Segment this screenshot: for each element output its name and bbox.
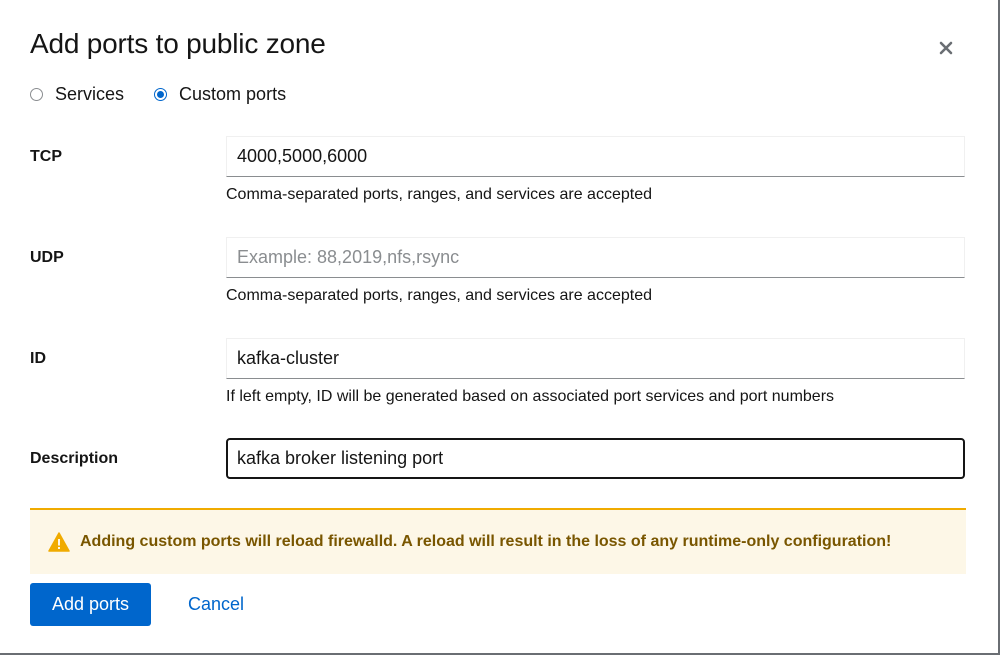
- radio-services[interactable]: Services: [30, 84, 124, 105]
- warning-icon: [48, 532, 70, 552]
- id-helper: If left empty, ID will be generated base…: [226, 388, 835, 405]
- cancel-button[interactable]: Cancel: [176, 583, 256, 626]
- udp-label: UDP: [30, 249, 64, 266]
- radio-custom-ports-circle[interactable]: [154, 88, 168, 101]
- description-input[interactable]: [226, 438, 965, 479]
- id-input[interactable]: [226, 338, 965, 379]
- radio-services-circle[interactable]: [30, 88, 43, 101]
- close-icon: [939, 41, 953, 55]
- udp-helper: Comma-separated ports, ranges, and servi…: [226, 287, 652, 304]
- add-ports-dialog: Add ports to public zone Services Custom…: [0, 0, 1000, 655]
- add-ports-button[interactable]: Add ports: [30, 583, 151, 626]
- id-label: ID: [30, 350, 46, 367]
- mode-radio-group: Services Custom ports: [30, 84, 286, 105]
- description-label: Description: [30, 450, 119, 467]
- tcp-input[interactable]: [226, 136, 965, 177]
- dialog-title: Add ports to public zone: [30, 28, 326, 59]
- radio-services-label: Services: [55, 84, 125, 104]
- warning-alert: Adding custom ports will reload firewall…: [30, 508, 966, 574]
- tcp-helper: Comma-separated ports, ranges, and servi…: [226, 186, 652, 203]
- warning-alert-text: Adding custom ports will reload firewall…: [80, 533, 892, 550]
- udp-input[interactable]: [226, 237, 965, 278]
- radio-custom-ports-label: Custom ports: [179, 84, 287, 104]
- close-button[interactable]: [932, 34, 960, 62]
- tcp-label: TCP: [30, 148, 62, 165]
- radio-custom-ports[interactable]: Custom ports: [154, 84, 286, 105]
